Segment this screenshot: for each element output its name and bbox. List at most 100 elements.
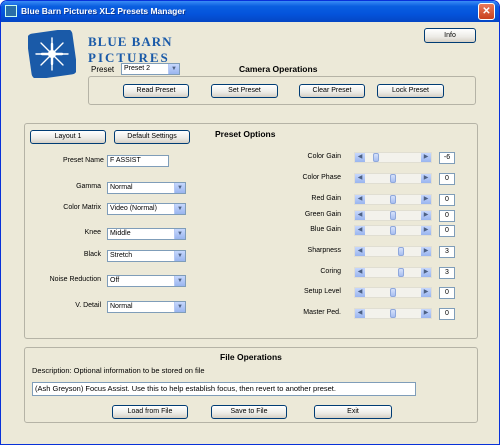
save-to-file-button[interactable]: Save to File bbox=[211, 405, 287, 419]
arrow-right-icon[interactable]: ▶ bbox=[421, 268, 431, 277]
chevron-down-icon[interactable]: ▼ bbox=[168, 64, 179, 74]
slider-label: Blue Gain bbox=[310, 226, 341, 233]
slider-track[interactable]: ◀ ▶ bbox=[354, 225, 432, 236]
combo-label: Noise Reduction bbox=[49, 276, 101, 283]
setting-select[interactable]: Stretch ▼ bbox=[107, 250, 186, 262]
arrow-left-icon[interactable]: ◀ bbox=[355, 174, 365, 183]
exit-button[interactable]: Exit bbox=[314, 405, 392, 419]
arrow-left-icon[interactable]: ◀ bbox=[355, 247, 365, 256]
chevron-down-icon[interactable]: ▼ bbox=[174, 204, 185, 214]
slider-track[interactable]: ◀ ▶ bbox=[354, 308, 432, 319]
combo-label: Color Matrix bbox=[63, 204, 101, 211]
chevron-down-icon[interactable]: ▼ bbox=[174, 251, 185, 261]
slider-thumb[interactable] bbox=[398, 247, 405, 256]
setting-select-value: Normal bbox=[110, 303, 133, 310]
title-bar[interactable]: Blue Barn Pictures XL2 Presets Manager ✕ bbox=[1, 1, 499, 22]
slider-thumb[interactable] bbox=[398, 268, 405, 277]
arrow-left-icon[interactable]: ◀ bbox=[355, 153, 365, 162]
slider-track[interactable]: ◀ ▶ bbox=[354, 173, 432, 184]
setting-select[interactable]: Normal ▼ bbox=[107, 182, 186, 194]
slider-thumb[interactable] bbox=[390, 288, 396, 297]
setting-select-value: Stretch bbox=[110, 252, 133, 259]
arrow-right-icon[interactable]: ▶ bbox=[421, 153, 431, 162]
arrow-left-icon[interactable]: ◀ bbox=[355, 211, 365, 220]
combo-label: Knee bbox=[84, 229, 101, 236]
description-input[interactable]: (Ash Greyson) Focus Assist. Use this to … bbox=[32, 382, 416, 396]
preset-name-label: Preset Name bbox=[63, 157, 104, 164]
slider-label: Master Ped. bbox=[303, 309, 341, 316]
arrow-right-icon[interactable]: ▶ bbox=[421, 226, 431, 235]
chevron-down-icon[interactable]: ▼ bbox=[174, 183, 185, 193]
arrow-left-icon[interactable]: ◀ bbox=[355, 268, 365, 277]
logo-text-line1: BLUE BARN bbox=[88, 34, 173, 49]
chevron-down-icon[interactable]: ▼ bbox=[174, 276, 185, 286]
combo-label: V. Detail bbox=[75, 302, 101, 309]
slider-label: Color Phase bbox=[302, 174, 341, 181]
arrow-right-icon[interactable]: ▶ bbox=[421, 174, 431, 183]
slider-thumb[interactable] bbox=[390, 211, 396, 220]
chevron-down-icon[interactable]: ▼ bbox=[174, 302, 185, 312]
arrow-right-icon[interactable]: ▶ bbox=[421, 195, 431, 204]
arrow-left-icon[interactable]: ◀ bbox=[355, 309, 365, 318]
app-icon bbox=[5, 5, 17, 17]
setting-select-value: Off bbox=[110, 277, 120, 284]
preset-options-title: Preset Options bbox=[215, 129, 276, 139]
clear-preset-button[interactable]: Clear Preset bbox=[299, 84, 365, 98]
camera-operations-title: Camera Operations bbox=[239, 64, 318, 74]
arrow-right-icon[interactable]: ▶ bbox=[421, 247, 431, 256]
slider-label: Green Gain bbox=[304, 211, 341, 218]
setting-select-value: Middle bbox=[110, 230, 131, 237]
preset-select[interactable]: Preset 2 ▼ bbox=[121, 63, 180, 75]
slider-track[interactable]: ◀ ▶ bbox=[354, 246, 432, 257]
default-settings-button[interactable]: Default Settings bbox=[114, 130, 190, 144]
slider-track[interactable]: ◀ ▶ bbox=[354, 152, 432, 163]
setting-select-value: Video (Normal) bbox=[110, 205, 157, 212]
preset-name-input[interactable]: F ASSIST bbox=[107, 155, 169, 167]
slider-label: Red Gain bbox=[311, 195, 341, 202]
preset-select-value: Preset 2 bbox=[124, 65, 151, 72]
combo-label: Gamma bbox=[76, 183, 101, 190]
setting-select[interactable]: Normal ▼ bbox=[107, 301, 186, 313]
slider-value: 3 bbox=[439, 267, 455, 279]
arrow-right-icon[interactable]: ▶ bbox=[421, 288, 431, 297]
slider-track[interactable]: ◀ ▶ bbox=[354, 210, 432, 221]
slider-label: Color Gain bbox=[307, 153, 341, 160]
combo-label: Black bbox=[83, 251, 101, 258]
setting-select[interactable]: Middle ▼ bbox=[107, 228, 186, 240]
starburst-logo-icon bbox=[28, 30, 76, 78]
arrow-left-icon[interactable]: ◀ bbox=[355, 195, 365, 204]
arrow-right-icon[interactable]: ▶ bbox=[421, 309, 431, 318]
info-button[interactable]: Info bbox=[424, 28, 476, 43]
arrow-left-icon[interactable]: ◀ bbox=[355, 226, 365, 235]
slider-thumb[interactable] bbox=[373, 153, 380, 162]
layout-button[interactable]: Layout 1 bbox=[30, 130, 106, 144]
slider-thumb[interactable] bbox=[390, 309, 396, 318]
slider-thumb[interactable] bbox=[390, 226, 396, 235]
slider-label: Setup Level bbox=[304, 288, 341, 295]
read-preset-button[interactable]: Read Preset bbox=[123, 84, 189, 98]
description-label: Description: Optional information to be … bbox=[32, 366, 205, 375]
load-from-file-button[interactable]: Load from File bbox=[112, 405, 188, 419]
arrow-left-icon[interactable]: ◀ bbox=[355, 288, 365, 297]
slider-thumb[interactable] bbox=[390, 174, 396, 183]
set-preset-button[interactable]: Set Preset bbox=[211, 84, 278, 98]
slider-value: 0 bbox=[439, 210, 455, 222]
slider-value: 0 bbox=[439, 287, 455, 299]
slider-value: 0 bbox=[439, 308, 455, 320]
slider-track[interactable]: ◀ ▶ bbox=[354, 287, 432, 298]
slider-value: 0 bbox=[439, 173, 455, 185]
window-title: Blue Barn Pictures XL2 Presets Manager bbox=[21, 6, 186, 16]
setting-select[interactable]: Video (Normal) ▼ bbox=[107, 203, 186, 215]
slider-track[interactable]: ◀ ▶ bbox=[354, 194, 432, 205]
close-button[interactable]: ✕ bbox=[478, 3, 495, 20]
slider-value: 3 bbox=[439, 246, 455, 258]
slider-value: 0 bbox=[439, 225, 455, 237]
chevron-down-icon[interactable]: ▼ bbox=[174, 229, 185, 239]
lock-preset-button[interactable]: Lock Preset bbox=[377, 84, 444, 98]
arrow-right-icon[interactable]: ▶ bbox=[421, 211, 431, 220]
app-window: Blue Barn Pictures XL2 Presets Manager ✕… bbox=[0, 0, 500, 445]
file-operations-title: File Operations bbox=[220, 352, 282, 362]
slider-track[interactable]: ◀ ▶ bbox=[354, 267, 432, 278]
slider-thumb[interactable] bbox=[390, 195, 396, 204]
setting-select[interactable]: Off ▼ bbox=[107, 275, 186, 287]
